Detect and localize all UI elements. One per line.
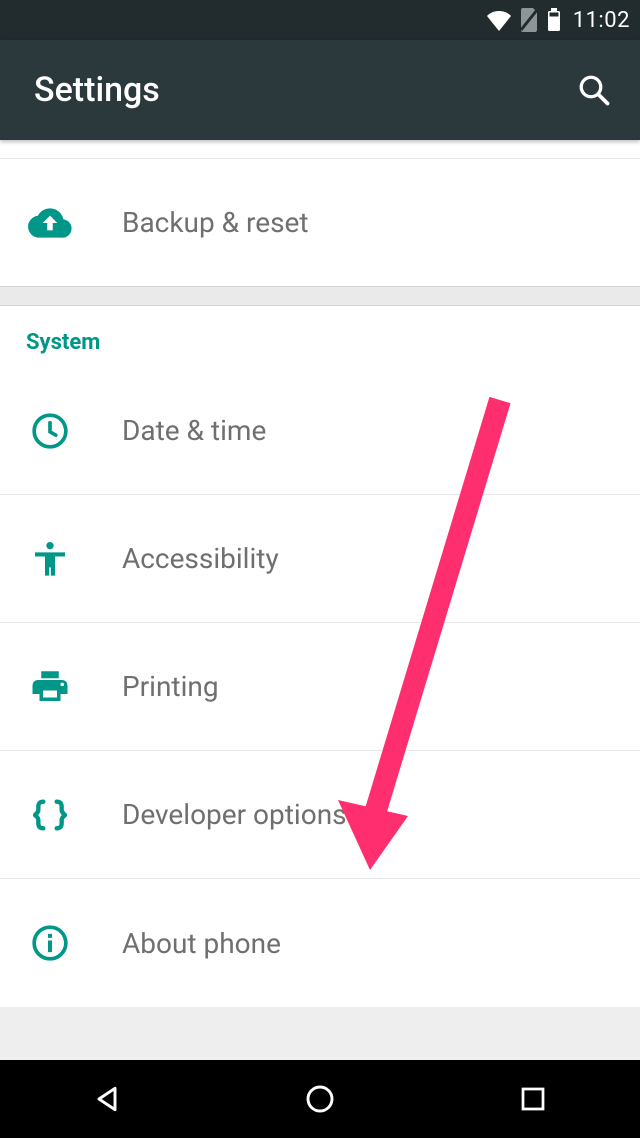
status-bar: 11:02: [0, 0, 640, 40]
status-time: 11:02: [573, 8, 630, 33]
settings-item-date-time[interactable]: Date & time: [0, 367, 640, 495]
search-button[interactable]: [576, 72, 612, 108]
settings-item-label: Printing: [122, 670, 219, 703]
app-bar: Settings: [0, 40, 640, 140]
settings-item-developer-options[interactable]: Developer options: [0, 751, 640, 879]
page-title: Settings: [34, 70, 160, 110]
navigation-bar: [0, 1060, 640, 1138]
square-recents-icon: [518, 1084, 548, 1114]
search-icon: [576, 72, 612, 108]
circle-home-icon: [304, 1083, 336, 1115]
cloud-upload-icon: [26, 199, 74, 247]
battery-icon: [547, 8, 561, 32]
info-icon: [26, 919, 74, 967]
content: Backup & reset System Date & time Access…: [0, 140, 640, 1060]
nav-recents-button[interactable]: [511, 1077, 555, 1121]
settings-item-backup-reset[interactable]: Backup & reset: [0, 158, 640, 286]
triangle-back-icon: [91, 1083, 123, 1115]
settings-item-printing[interactable]: Printing: [0, 623, 640, 751]
screen: 11:02 Settings Backup & reset System: [0, 0, 640, 1138]
settings-item-label: About phone: [122, 927, 281, 960]
printer-icon: [26, 663, 74, 711]
settings-item-label: Date & time: [122, 414, 266, 447]
settings-item-label: Backup & reset: [122, 206, 309, 239]
clock-icon: [26, 407, 74, 455]
no-sim-icon: [519, 8, 539, 32]
section-header-system: System: [0, 306, 640, 367]
section-divider: [0, 286, 640, 306]
settings-item-label: Accessibility: [122, 542, 279, 575]
settings-item-label: Developer options: [122, 798, 347, 831]
settings-group-personal: Backup & reset: [0, 140, 640, 286]
braces-icon: [26, 791, 74, 839]
wifi-icon: [487, 8, 511, 32]
settings-item-accessibility[interactable]: Accessibility: [0, 495, 640, 623]
nav-home-button[interactable]: [298, 1077, 342, 1121]
accessibility-icon: [26, 535, 74, 583]
settings-group-system: System Date & time Accessibility Printin…: [0, 306, 640, 1007]
settings-item-about-phone[interactable]: About phone: [0, 879, 640, 1007]
nav-back-button[interactable]: [85, 1077, 129, 1121]
